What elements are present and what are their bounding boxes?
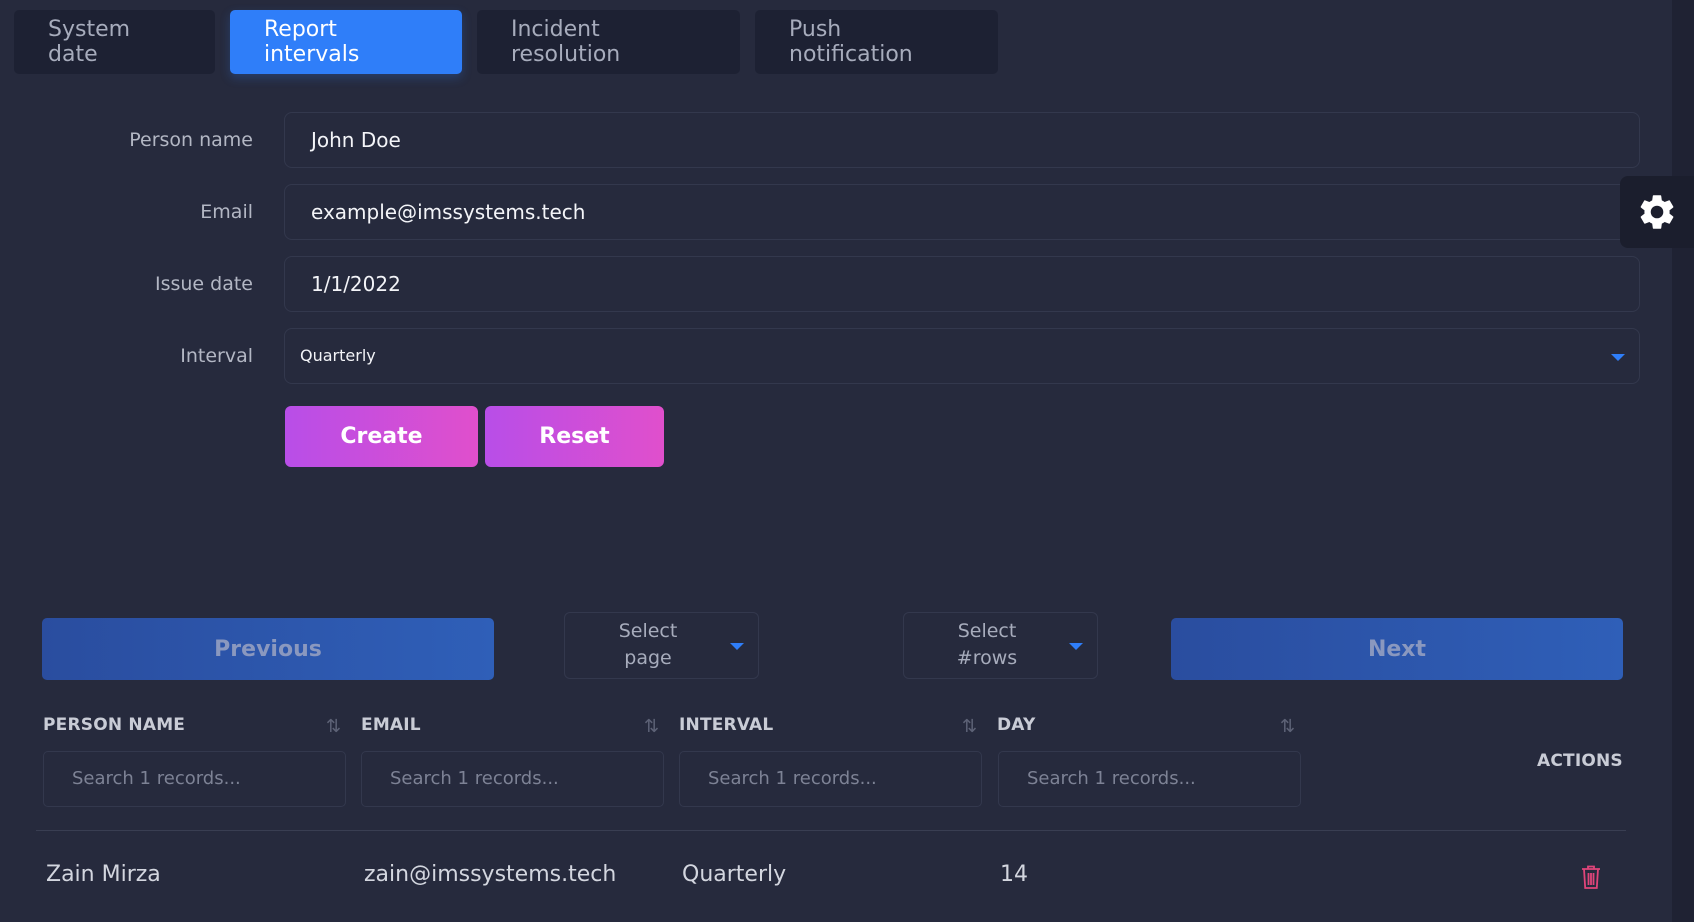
day-search-input[interactable]: Search 1 records...	[998, 751, 1301, 807]
column-header-actions: ACTIONS	[1537, 751, 1623, 771]
cell-person-name: Zain Mirza	[46, 862, 161, 887]
tab-system-date[interactable]: System date	[14, 10, 215, 74]
table-divider	[36, 830, 1626, 831]
email-label: Email	[200, 201, 253, 223]
create-button[interactable]: Create	[285, 406, 478, 467]
column-header-person-name[interactable]: PERSON NAME	[43, 715, 185, 735]
interval-label: Interval	[180, 345, 253, 367]
sort-icon[interactable]: ⇅	[1280, 716, 1295, 737]
settings-button[interactable]	[1620, 176, 1694, 248]
person-name-row: Person name John Doe	[0, 112, 1640, 168]
cell-day: 14	[1000, 862, 1028, 887]
select-rows-label: Select #rows	[956, 620, 1018, 669]
column-header-day[interactable]: DAY	[997, 715, 1036, 735]
caret-down-icon	[1069, 643, 1083, 650]
caret-down-icon	[1611, 354, 1625, 361]
gear-icon	[1640, 195, 1674, 229]
sort-icon[interactable]: ⇅	[326, 716, 341, 737]
person-name-input[interactable]: John Doe	[284, 112, 1640, 168]
email-search-input[interactable]: Search 1 records...	[361, 751, 664, 807]
email-input[interactable]: example@imssystems.tech	[284, 184, 1640, 240]
column-header-interval[interactable]: INTERVAL	[679, 715, 773, 735]
caret-down-icon	[730, 643, 744, 650]
cell-interval: Quarterly	[682, 862, 787, 887]
trash-icon[interactable]	[1580, 864, 1602, 890]
column-header-email[interactable]: EMAIL	[361, 715, 421, 735]
tab-bar: System date Report intervals Incident re…	[14, 10, 998, 74]
issue-date-row: Issue date 1/1/2022	[0, 256, 1640, 312]
next-button[interactable]: Next	[1171, 618, 1623, 680]
tab-push-notification[interactable]: Push notification	[755, 10, 998, 74]
cell-email: zain@imssystems.tech	[364, 862, 617, 887]
sort-icon[interactable]: ⇅	[962, 716, 977, 737]
tab-report-intervals[interactable]: Report intervals	[230, 10, 462, 74]
interval-select-value: Quarterly	[300, 346, 376, 365]
select-page-dropdown[interactable]: Select page	[564, 612, 759, 679]
issue-date-label: Issue date	[154, 273, 253, 295]
right-edge-strip	[1672, 0, 1694, 922]
email-row: Email example@imssystems.tech	[0, 184, 1640, 240]
tab-incident-resolution[interactable]: Incident resolution	[477, 10, 740, 74]
previous-button[interactable]: Previous	[42, 618, 494, 680]
issue-date-input[interactable]: 1/1/2022	[284, 256, 1640, 312]
person-name-search-input[interactable]: Search 1 records...	[43, 751, 346, 807]
reset-button[interactable]: Reset	[485, 406, 664, 467]
person-name-label: Person name	[129, 129, 253, 151]
select-page-label: Select page	[618, 620, 678, 669]
sort-icon[interactable]: ⇅	[644, 716, 659, 737]
interval-row: Interval Quarterly	[0, 328, 1640, 384]
select-rows-dropdown[interactable]: Select #rows	[903, 612, 1098, 679]
interval-select[interactable]: Quarterly	[284, 328, 1640, 384]
interval-search-input[interactable]: Search 1 records...	[679, 751, 982, 807]
